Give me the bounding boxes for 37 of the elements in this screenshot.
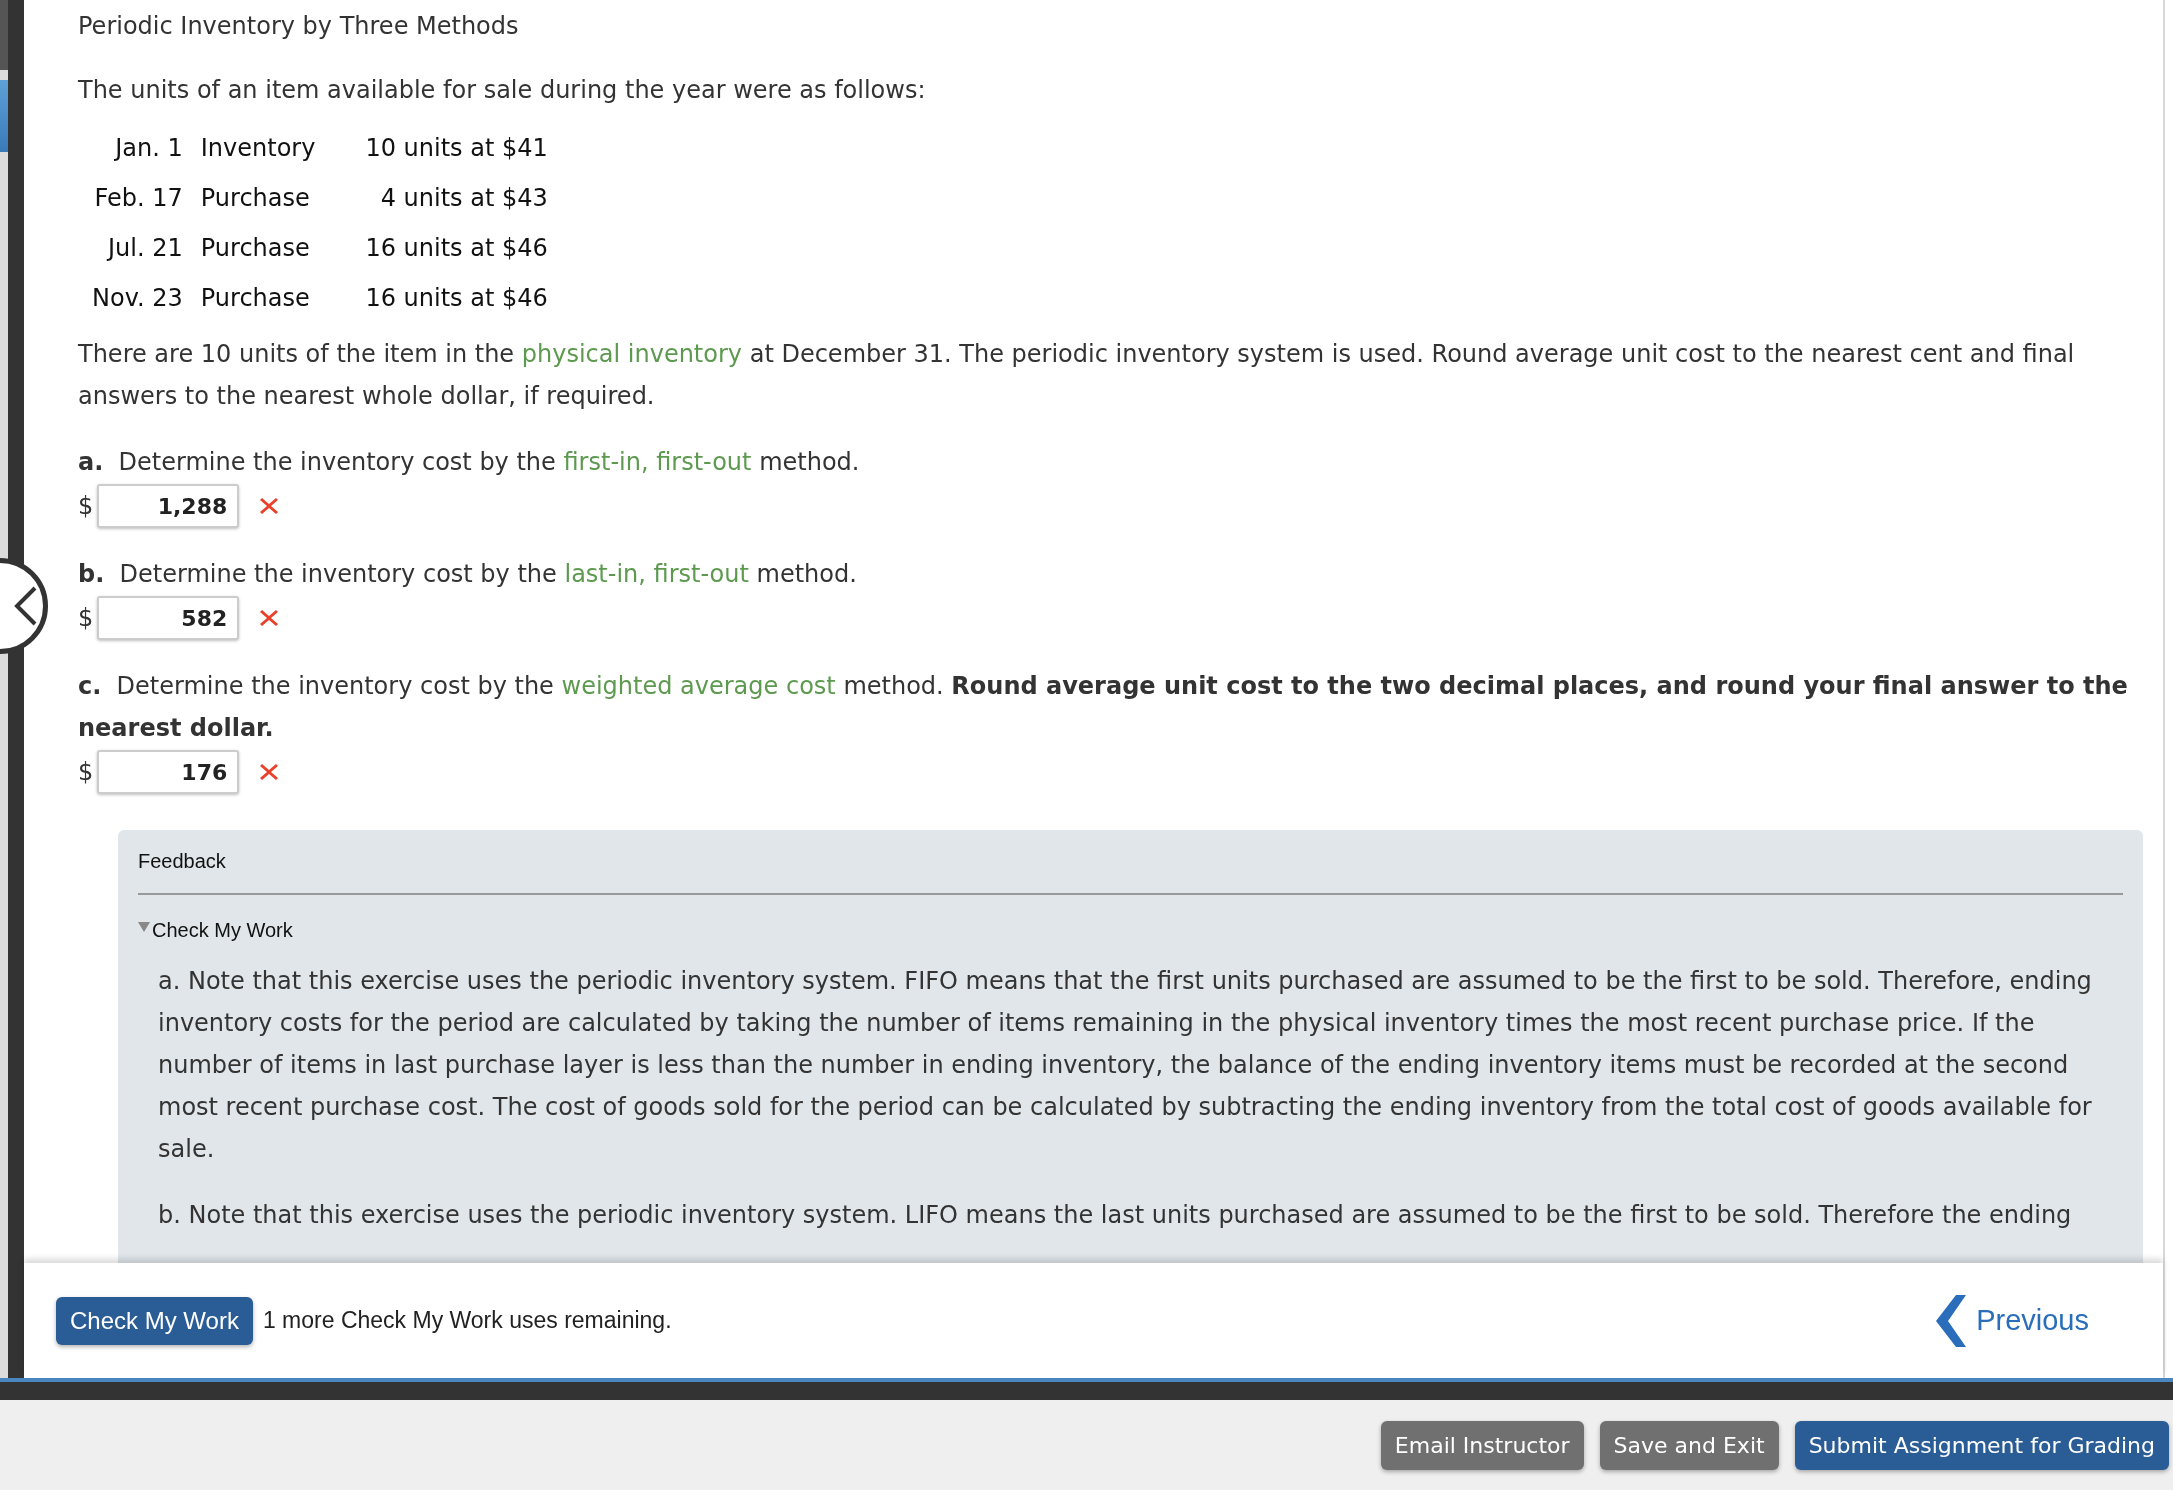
question-text: c. Determine the inventory cost by the weighted average cost method. Round average unit cost to the two decimal places, and round your final answer to the nearest dollar. — [78, 671, 2129, 744]
previous-link[interactable]: Previous — [1976, 1304, 2089, 1337]
chevron-left-icon — [1936, 1294, 1967, 1347]
currency-symbol: $ — [78, 604, 94, 632]
date-cell-text: Nov. 23 — [92, 283, 184, 314]
date-cell-text: Feb. 17 — [93, 183, 184, 214]
date-cell-text: Jan. 1 — [113, 133, 184, 164]
problem-title: Periodic Inventory by Three Methods — [78, 11, 520, 42]
intro-text: The units of an item available for sale during the year were as follows: — [78, 75, 927, 106]
answer-field[interactable]: 176 — [97, 750, 240, 794]
quantity-cell-text: 16 units at $46 — [365, 283, 549, 314]
answer-field[interactable]: 582 — [97, 596, 240, 640]
date-cell-text: Jul. 21 — [105, 233, 184, 264]
feedback-text: a. Note that this exercise uses the periodic inventory system. FIFO means that the first units purchased are assumed to be the first to be sold. Therefore, ending inventory costs for the period are calculated by taking the number of items remaining in the physical inventory times the most recent purchase price. If the number of items in last purchase layer is less than the number in ending inventory, the balance of the ending inventory items must be recorded at the second most recent purchase cost. The cost of goods sold for the period can be calculated by subtracting the ending inventory from the total cost of goods available for sale. — [158, 966, 2093, 1165]
check-my-work-toggle[interactable]: Check My Work — [138, 919, 293, 942]
chevron-left-icon — [13, 586, 37, 626]
quantity-cell-text: 16 units at $46 — [365, 233, 549, 264]
description-cell-text: Purchase — [200, 283, 311, 314]
quantity-cell-text: 4 units at $43 — [379, 183, 549, 214]
quantity-cell-text: 10 units at $41 — [365, 133, 549, 164]
instructions-text: There are 10 units of the item in the physical inventory at December 31. The periodic inventory system is used. Round average unit cost to the nearest cent and final answers to the nearest whole dollar, if required. — [78, 339, 2076, 412]
answer-field[interactable]: 1,288 — [97, 484, 240, 528]
remaining-uses-text: 1 more Check My Work uses remaining. — [262, 1307, 672, 1334]
currency-symbol: $ — [78, 492, 94, 520]
action-button[interactable]: Save and Exit — [1599, 1420, 1779, 1470]
question-text: a. Determine the inventory cost by the first-in, first-out method. — [78, 447, 861, 478]
action-button[interactable]: Submit Assignment for Grading — [1794, 1420, 2169, 1470]
question-text: b. Determine the inventory cost by the last-in, first-out method. — [78, 559, 858, 590]
check-my-work-button[interactable]: Check My Work — [56, 1296, 253, 1345]
disclosure-triangle-icon — [138, 920, 150, 933]
currency-symbol: $ — [78, 758, 94, 786]
feedback-heading: Feedback — [138, 849, 227, 874]
action-button[interactable]: Email Instructor — [1380, 1420, 1584, 1470]
description-cell-text: Purchase — [200, 183, 311, 214]
feedback-text: b. Note that this exercise uses the periodic inventory system. LIFO means the last units purchased are assumed to be the first to be sold. Therefore the ending — [158, 1200, 2073, 1231]
description-cell-text: Inventory — [200, 133, 317, 164]
description-cell-text: Purchase — [200, 233, 311, 264]
